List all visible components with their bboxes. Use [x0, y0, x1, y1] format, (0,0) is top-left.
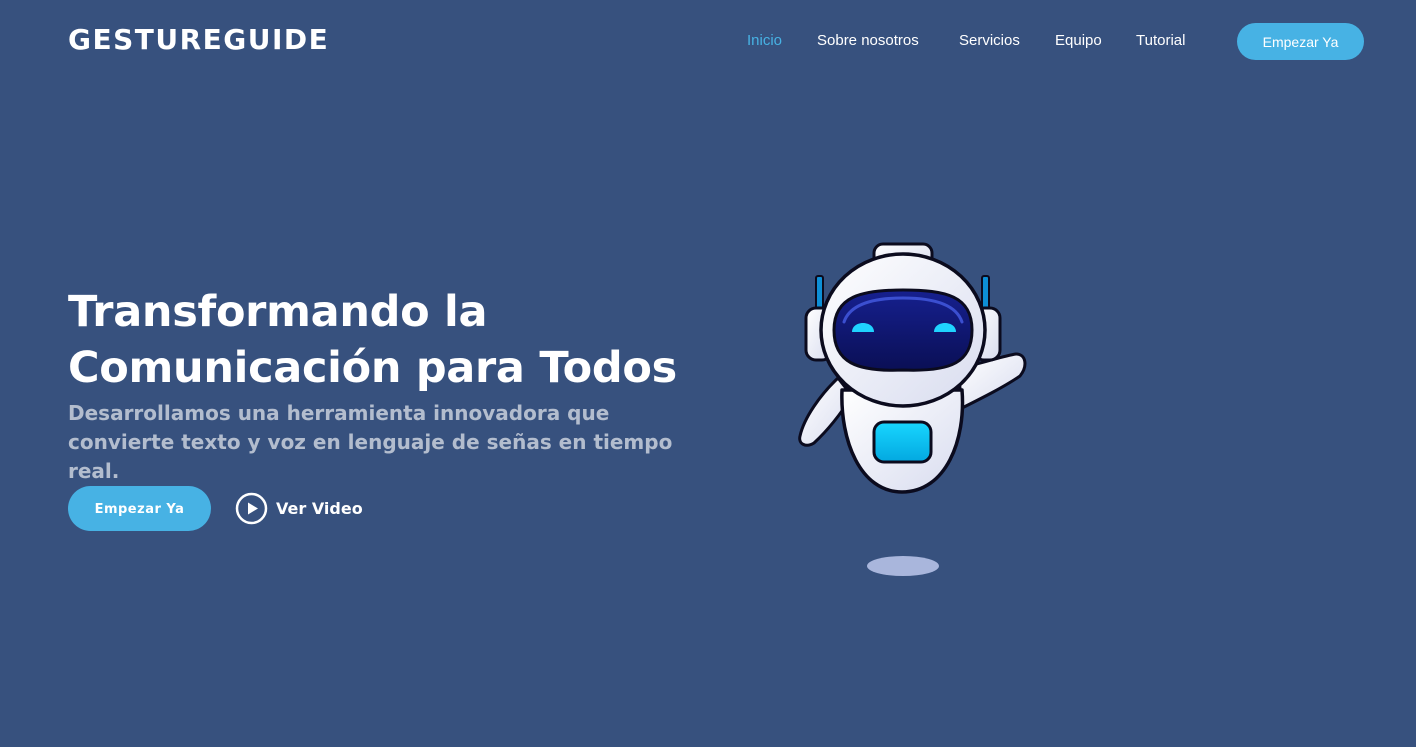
- page: GESTUREGUIDE Inicio Sobre nosotros Servi…: [0, 0, 1416, 747]
- nav-item-sobre-nosotros[interactable]: Sobre nosotros: [817, 30, 919, 52]
- nav-item-equipo[interactable]: Equipo: [1055, 30, 1102, 52]
- watch-video-label: Ver Video: [276, 499, 363, 518]
- play-circle-icon: [235, 492, 268, 525]
- watch-video-link[interactable]: Ver Video: [235, 492, 363, 525]
- robot-mascot-illustration: [790, 240, 1040, 585]
- nav-item-inicio[interactable]: Inicio: [747, 30, 782, 52]
- hero-title: Transformando la Comunicación para Todos: [68, 287, 677, 393]
- nav-item-tutorial[interactable]: Tutorial: [1136, 30, 1185, 52]
- hero-subtitle: Desarrollamos una herramienta innovadora…: [68, 401, 673, 483]
- nav-item-servicios[interactable]: Servicios: [959, 30, 1020, 52]
- brand-logo[interactable]: GESTUREGUIDE: [68, 22, 329, 58]
- hero-start-button[interactable]: Empezar Ya: [68, 486, 211, 531]
- header-start-button[interactable]: Empezar Ya: [1237, 23, 1364, 60]
